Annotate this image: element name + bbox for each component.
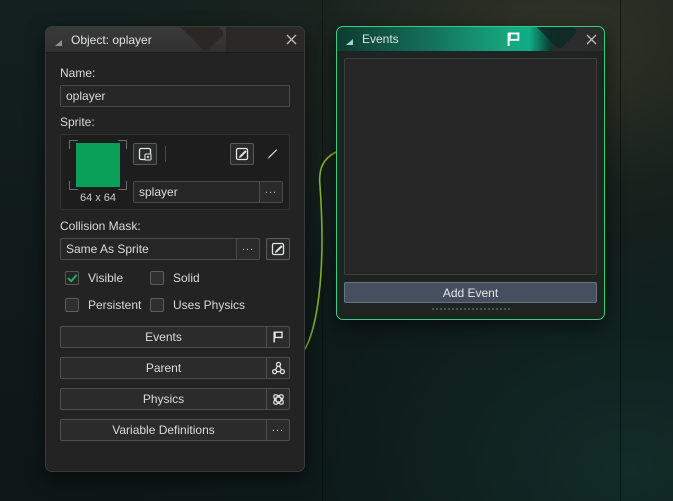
collision-mask-input[interactable]: Same As Sprite xyxy=(60,238,236,260)
resize-grip[interactable] xyxy=(344,303,597,312)
sprite-preview-area: 64 x 64 xyxy=(67,140,129,204)
ellipsis-icon: ... xyxy=(266,419,290,441)
checkbox-persistent-label: Persistent xyxy=(88,298,142,312)
collision-mask-label: Collision Mask: xyxy=(60,219,141,233)
object-panel-titlebar[interactable]: Object: oplayer xyxy=(46,27,304,53)
sprite-name-input[interactable]: splayer xyxy=(133,181,259,203)
parent-button[interactable]: Parent xyxy=(60,357,290,379)
object-panel-title: Object: oplayer xyxy=(71,32,152,47)
physics-button-label: Physics xyxy=(60,388,266,410)
sprite-thumbnail-frame[interactable] xyxy=(69,140,127,190)
events-panel-titlebar[interactable]: Events xyxy=(337,27,604,51)
events-panel-body: Add Event xyxy=(337,51,604,319)
flag-icon xyxy=(266,326,290,348)
variable-definitions-button[interactable]: Variable Definitions ... xyxy=(60,419,290,441)
object-action-buttons: Events Parent Physics Variable Definitio… xyxy=(60,326,290,441)
checkbox-visible[interactable]: Visible xyxy=(65,271,150,285)
collision-mask-browse-button[interactable]: ... xyxy=(236,238,260,260)
checkbox-solid-box[interactable] xyxy=(150,271,164,285)
events-button-label: Events xyxy=(60,326,266,348)
object-panel-body: Name: oplayer Sprite: 64 x 64 splayer ..… xyxy=(46,53,304,441)
physics-atom-icon xyxy=(266,388,290,410)
paintbrush-icon[interactable] xyxy=(259,143,283,165)
sprite-label: Sprite: xyxy=(60,115,95,129)
object-properties-panel: Object: oplayer Name: oplayer Sprite: 64… xyxy=(45,26,305,472)
sprite-dimensions-label: 64 x 64 xyxy=(79,192,117,204)
checkbox-uses-physics[interactable]: Uses Physics xyxy=(150,298,290,312)
sprite-toolbar xyxy=(133,140,283,168)
collapse-triangle-icon[interactable] xyxy=(54,35,64,46)
edit-mask-icon[interactable] xyxy=(266,238,290,260)
collapse-triangle-icon[interactable] xyxy=(345,34,355,45)
edit-sprite-icon[interactable] xyxy=(230,143,254,165)
parent-nodes-icon xyxy=(266,357,290,379)
checkbox-solid-label: Solid xyxy=(173,271,200,285)
events-button[interactable]: Events xyxy=(60,326,290,348)
variable-definitions-button-label: Variable Definitions xyxy=(60,419,266,441)
sprite-controls: splayer ... xyxy=(129,140,283,204)
gamemaker-object-editor: Object: oplayer Name: oplayer Sprite: 64… xyxy=(0,0,673,501)
events-titlebar-notch xyxy=(529,27,579,51)
titlebar-notch xyxy=(173,27,225,52)
close-icon[interactable] xyxy=(278,27,304,52)
new-sprite-icon[interactable] xyxy=(133,143,157,165)
checkbox-uses-physics-box[interactable] xyxy=(150,298,164,312)
checkbox-persistent-box[interactable] xyxy=(65,298,79,312)
flag-icon xyxy=(505,31,522,51)
toolbar-separator xyxy=(165,146,166,162)
physics-button[interactable]: Physics xyxy=(60,388,290,410)
sprite-name-row: splayer ... xyxy=(133,180,283,204)
checkbox-persistent[interactable]: Persistent xyxy=(65,298,150,312)
checkbox-solid[interactable]: Solid xyxy=(150,271,290,285)
sprite-browse-button[interactable]: ... xyxy=(259,181,283,203)
close-icon[interactable] xyxy=(578,27,604,51)
add-event-button[interactable]: Add Event xyxy=(344,282,597,303)
name-label: Name: xyxy=(60,66,96,80)
parent-button-label: Parent xyxy=(60,357,266,379)
sprite-thumbnail-image xyxy=(76,143,120,187)
collision-mask-row: Same As Sprite ... xyxy=(60,238,290,260)
events-panel-title: Events xyxy=(362,32,399,46)
background-divider-mid xyxy=(322,0,323,501)
background-divider-right xyxy=(620,0,621,501)
sprite-group: 64 x 64 splayer ... xyxy=(60,134,290,210)
events-panel: Events Add Event xyxy=(336,26,605,320)
object-flags: Visible Solid Persistent Uses Physics xyxy=(60,271,290,312)
checkbox-uses-physics-label: Uses Physics xyxy=(173,298,246,312)
name-input[interactable]: oplayer xyxy=(60,85,290,107)
checkbox-visible-box[interactable] xyxy=(65,271,79,285)
checkbox-visible-label: Visible xyxy=(88,271,124,285)
events-list[interactable] xyxy=(344,58,597,275)
